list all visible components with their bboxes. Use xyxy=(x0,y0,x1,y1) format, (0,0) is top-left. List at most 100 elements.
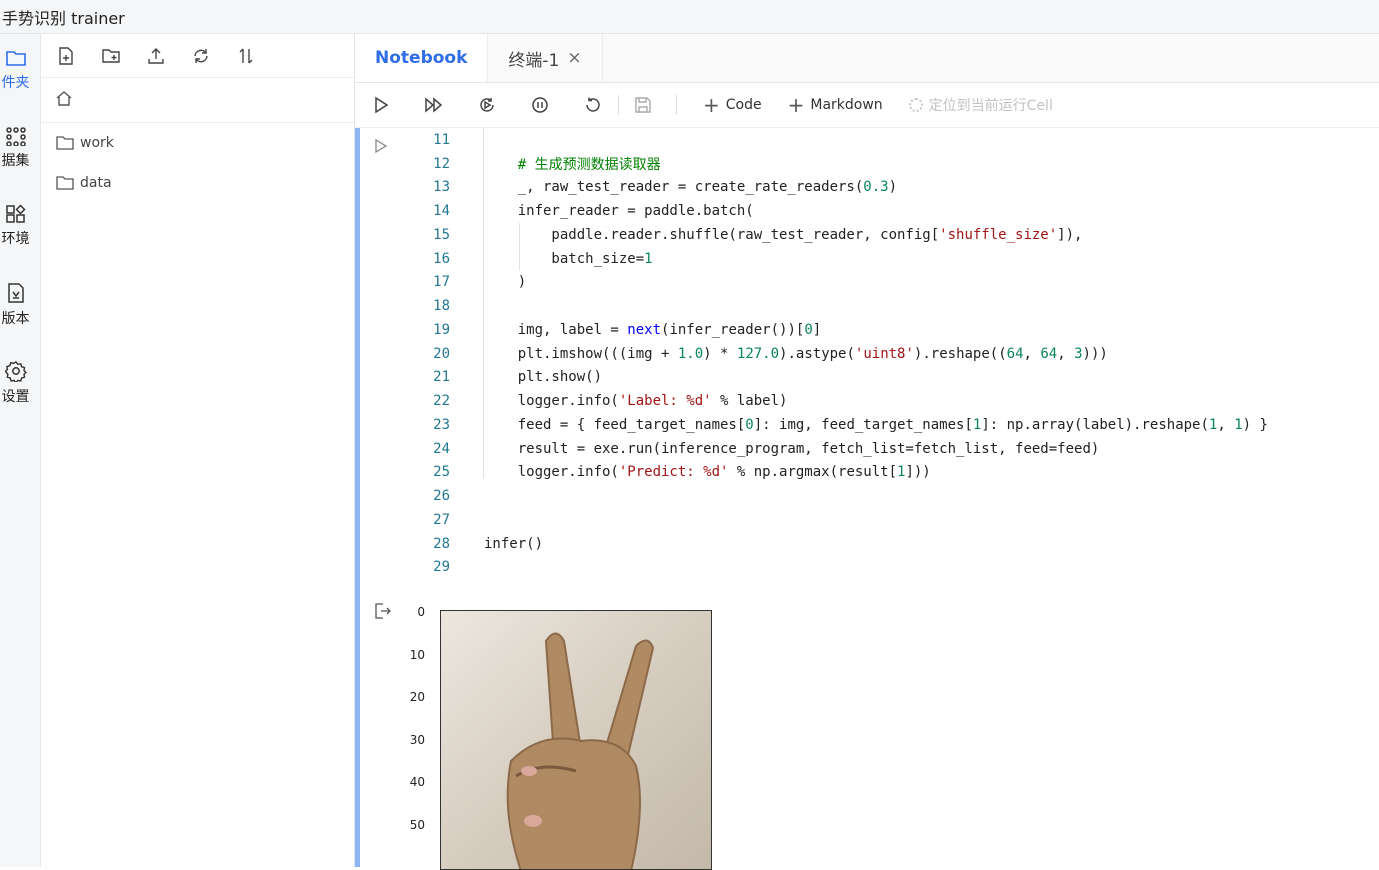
code-line[interactable]: 24 result = exe.run(inference_program, f… xyxy=(395,437,1268,461)
add-markdown-label: Markdown xyxy=(810,97,882,113)
code-line[interactable]: 21 plt.show() xyxy=(395,366,1268,390)
run-all-icon[interactable] xyxy=(424,95,444,115)
rail-item-dataset[interactable]: 据集 xyxy=(0,126,41,196)
run-cell-icon[interactable] xyxy=(374,138,388,158)
code-line[interactable]: 12 # 生成预测数据读取器 xyxy=(395,152,1268,176)
code-text: plt.show() xyxy=(484,369,602,385)
y-tick-label: 20 xyxy=(385,690,425,704)
locate-running-cell-button[interactable]: 定位到当前运行Cell xyxy=(909,95,1053,115)
code-line[interactable]: 25 logger.info('Predict: %d' % np.argmax… xyxy=(395,461,1268,485)
rail-item-label: 版本 xyxy=(2,308,30,328)
line-number: 26 xyxy=(395,488,450,504)
code-line[interactable]: 26 xyxy=(395,484,1268,508)
code-text: logger.info('Predict: %d' % np.argmax(re… xyxy=(484,464,931,480)
toolbar-divider xyxy=(676,95,677,115)
code-text: feed = { feed_target_names[0]: img, feed… xyxy=(484,417,1268,433)
run-icon[interactable] xyxy=(371,95,391,115)
close-icon[interactable]: × xyxy=(567,48,581,68)
new-file-icon[interactable] xyxy=(57,47,75,65)
code-line[interactable]: 23 feed = { feed_target_names[0]: img, f… xyxy=(395,413,1268,437)
plus-icon: + xyxy=(703,95,720,115)
rail-item-label: 设置 xyxy=(2,386,30,406)
code-text: plt.imshow(((img + 1.0) * 127.0).astype(… xyxy=(484,346,1108,362)
left-rail: 件夹 据集 环境 版本 设置 xyxy=(0,34,41,867)
environment-icon xyxy=(5,204,27,224)
breadcrumb xyxy=(41,78,354,123)
add-code-label: Code xyxy=(726,97,762,113)
tab-notebook[interactable]: Notebook xyxy=(355,34,488,82)
y-tick-label: 30 xyxy=(385,733,425,747)
line-number: 24 xyxy=(395,441,450,457)
dataset-icon xyxy=(5,126,27,146)
y-tick-label: 10 xyxy=(385,648,425,662)
code-line[interactable]: 14 infer_reader = paddle.batch( xyxy=(395,199,1268,223)
add-markdown-button[interactable]: + Markdown xyxy=(788,95,883,115)
code-line[interactable]: 16 batch_size=1 xyxy=(395,247,1268,271)
file-entry-work[interactable]: work xyxy=(41,123,354,163)
tab-label: 终端-1 xyxy=(508,46,559,71)
interrupt-icon[interactable] xyxy=(530,95,550,115)
tab-label: Notebook xyxy=(375,48,467,68)
code-line[interactable]: 18 xyxy=(395,294,1268,318)
line-number: 22 xyxy=(395,393,450,409)
folder-icon xyxy=(56,135,74,151)
rail-item-settings[interactable]: 设置 xyxy=(0,360,41,430)
code-line[interactable]: 20 plt.imshow(((img + 1.0) * 127.0).asty… xyxy=(395,342,1268,366)
file-toolbar xyxy=(41,34,354,78)
rail-item-label: 环境 xyxy=(2,228,30,248)
refresh-icon[interactable] xyxy=(192,47,210,65)
rail-item-version[interactable]: 版本 xyxy=(0,282,41,352)
file-entry-data[interactable]: data xyxy=(41,163,354,203)
rail-item-label: 据集 xyxy=(2,150,30,170)
code-line[interactable]: 28 infer() xyxy=(395,532,1268,556)
code-cell[interactable]: 1112 # 生成预测数据读取器13 _, raw_test_reader = … xyxy=(355,128,1379,867)
code-text: _, raw_test_reader = create_rate_readers… xyxy=(484,179,897,195)
rail-item-environment[interactable]: 环境 xyxy=(0,204,41,274)
code-line[interactable]: 15 paddle.reader.shuffle(raw_test_reader… xyxy=(395,223,1268,247)
line-number: 20 xyxy=(395,346,450,362)
code-text: ) xyxy=(484,274,526,290)
line-number: 28 xyxy=(395,536,450,552)
line-number: 19 xyxy=(395,322,450,338)
new-folder-icon[interactable] xyxy=(102,47,120,65)
line-number: 14 xyxy=(395,203,450,219)
folder-icon xyxy=(56,175,74,191)
folder-icon xyxy=(5,48,27,68)
code-line[interactable]: 27 xyxy=(395,508,1268,532)
upload-icon[interactable] xyxy=(147,47,165,65)
code-line[interactable]: 17 ) xyxy=(395,271,1268,295)
code-text: infer() xyxy=(484,536,543,552)
code-line[interactable]: 19 img, label = next(infer_reader())[0] xyxy=(395,318,1268,342)
file-panel: work data xyxy=(41,34,355,867)
line-number: 25 xyxy=(395,464,450,480)
code-line[interactable]: 22 logger.info('Label: %d' % label) xyxy=(395,389,1268,413)
code-text: infer_reader = paddle.batch( xyxy=(484,203,754,219)
code-editor[interactable]: 1112 # 生成预测数据读取器13 _, raw_test_reader = … xyxy=(395,128,1268,579)
restart-run-icon[interactable] xyxy=(477,95,497,115)
locate-label: 定位到当前运行Cell xyxy=(929,95,1053,115)
restart-icon[interactable] xyxy=(583,95,603,115)
line-number: 13 xyxy=(395,179,450,195)
add-code-button[interactable]: + Code xyxy=(703,95,762,115)
plus-icon: + xyxy=(788,95,805,115)
y-tick-label: 50 xyxy=(385,818,425,832)
version-icon xyxy=(5,282,27,304)
line-number: 27 xyxy=(395,512,450,528)
save-icon[interactable] xyxy=(633,95,653,115)
rail-item-folder[interactable]: 件夹 xyxy=(0,48,41,118)
line-number: 12 xyxy=(395,156,450,172)
main-area: Notebook 终端-1 × + Code xyxy=(355,34,1379,867)
code-line[interactable]: 29 xyxy=(395,556,1268,580)
line-number: 18 xyxy=(395,298,450,314)
toolbar-divider xyxy=(618,95,619,115)
code-line[interactable]: 13 _, raw_test_reader = create_rate_read… xyxy=(395,176,1268,200)
line-number: 16 xyxy=(395,251,450,267)
home-icon[interactable] xyxy=(55,89,73,111)
hand-image-graphic xyxy=(441,611,712,870)
y-tick-label: 0 xyxy=(385,605,425,619)
tab-terminal-1[interactable]: 终端-1 × xyxy=(488,34,602,82)
code-line[interactable]: 11 xyxy=(395,128,1268,152)
line-number: 23 xyxy=(395,417,450,433)
sort-icon[interactable] xyxy=(237,47,255,65)
file-entry-label: data xyxy=(80,175,112,191)
